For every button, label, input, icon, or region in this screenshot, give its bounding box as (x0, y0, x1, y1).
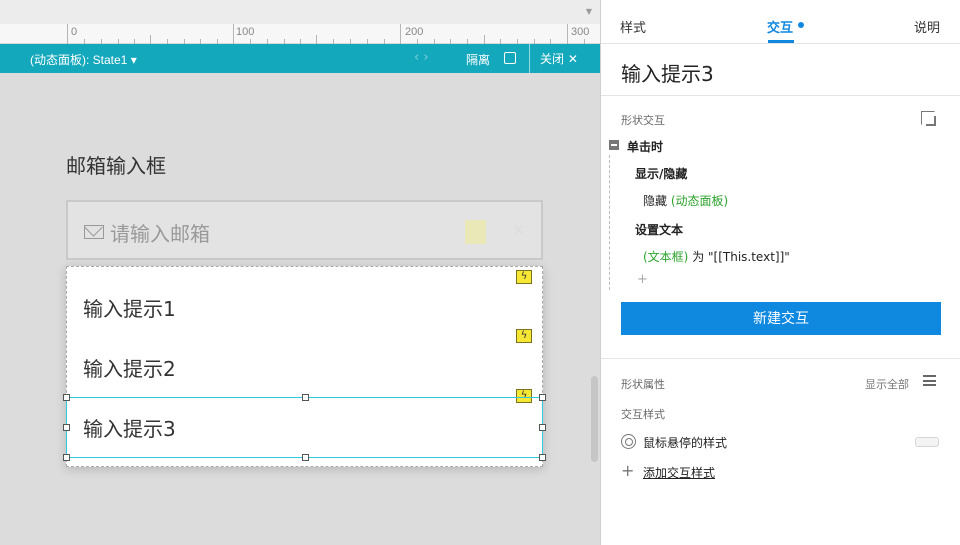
tab-notes[interactable]: 说明 (914, 17, 940, 36)
action-detail-set-text[interactable]: (文本框) 为 "[[This.text]]" (643, 248, 790, 265)
ruler-tick (233, 24, 234, 44)
resize-handle[interactable] (63, 424, 70, 431)
inspector-panel: 样式 交互 说明 输入提示3 形状交互 单击时 显示/隐藏 隐藏 (动态面板) … (600, 0, 960, 545)
resize-handle[interactable] (539, 394, 546, 401)
isolate-button[interactable]: 隔离 (466, 51, 490, 68)
close-panel-button[interactable]: 关闭 ✕ (540, 50, 578, 67)
tab-interactions[interactable]: 交互 (767, 17, 793, 36)
inspector-tabs: 样式 交互 说明 (601, 0, 960, 44)
menu-icon[interactable] (923, 375, 936, 386)
canvas-scrollbar-thumb[interactable] (591, 376, 598, 462)
action-target: (动态面板) (670, 194, 729, 208)
ruler-tick (150, 35, 151, 44)
ruler-label-0: 0 (71, 26, 78, 38)
ruler-label-300: 300 (571, 26, 590, 38)
action-target: (文本框) (643, 250, 689, 264)
ruler-label-100: 100 (236, 26, 255, 38)
state-nav-arrows[interactable]: ‹ › (414, 50, 429, 65)
interaction-bolt-icon[interactable]: ϟ (516, 329, 532, 343)
ruler-tick (484, 35, 485, 44)
input-highlight-box (465, 220, 486, 244)
hover-style-swatch[interactable] (915, 437, 939, 447)
hover-style-item[interactable]: 鼠标悬停的样式 (643, 434, 727, 451)
resize-handle[interactable] (63, 454, 70, 461)
ruler-tick (67, 24, 68, 44)
clear-icon[interactable]: × (512, 220, 525, 239)
unsaved-dot-icon (798, 22, 804, 28)
divider (601, 358, 960, 359)
interaction-styles-heading: 交互样式 (621, 408, 665, 421)
resize-handle[interactable] (539, 454, 546, 461)
ruler-tick (400, 24, 401, 44)
suggestion-item[interactable]: 输入提示1 ϟ (67, 267, 542, 327)
hover-target-icon (621, 434, 636, 449)
scroll-down-arrow-icon[interactable]: ▼ (586, 7, 592, 16)
ruler-label-200: 200 (405, 26, 424, 38)
action-detail-hide[interactable]: 隐藏 (动态面板) (643, 192, 728, 209)
resize-handle[interactable] (302, 454, 309, 461)
isolate-icon[interactable] (504, 52, 516, 64)
design-canvas[interactable]: 0 100 200 300 ▼ (动态面板): State1 ▾ ‹ › 隔离 … (0, 0, 600, 545)
ruler-tick (567, 24, 568, 44)
resize-handle[interactable] (539, 424, 546, 431)
suggestion-item[interactable]: 输入提示2 ϟ (67, 327, 542, 387)
shape-properties-heading: 形状属性 (621, 378, 665, 391)
show-all-link[interactable]: 显示全部 (865, 376, 909, 392)
suggestion-item-label: 输入提示2 (83, 357, 176, 381)
email-placeholder: 请输入邮箱 (110, 222, 210, 246)
interaction-bolt-icon[interactable]: ϟ (516, 270, 532, 284)
tab-style[interactable]: 样式 (620, 17, 646, 36)
selection-outline[interactable] (63, 394, 546, 461)
ruler-tick (316, 35, 317, 44)
email-field-title: 邮箱输入框 (66, 154, 166, 178)
action-title-set-text[interactable]: 设置文本 (635, 221, 683, 238)
resize-handle[interactable] (63, 394, 70, 401)
action-value: 为 "[[This.text]]" (688, 250, 790, 264)
email-input-widget[interactable]: 请输入邮箱 × (66, 200, 543, 260)
collapse-event-icon[interactable] (609, 140, 619, 150)
mail-icon (84, 225, 104, 239)
add-action-plus-icon[interactable]: + (637, 272, 648, 287)
dynamic-panel-edit-bar: (动态面板): State1 ▾ ‹ › 隔离 关闭 ✕ (0, 44, 600, 73)
add-interaction-style-link[interactable]: 添加交互样式 (643, 464, 715, 481)
divider (529, 44, 530, 73)
state-selector[interactable]: (动态面板): State1 ▾ (30, 51, 137, 68)
shape-interactions-heading: 形状交互 (621, 114, 665, 127)
action-title-show-hide[interactable]: 显示/隐藏 (635, 165, 687, 182)
active-tab-indicator (768, 40, 794, 43)
event-onclick[interactable]: 单击时 (627, 138, 663, 155)
new-interaction-button[interactable]: 新建交互 (621, 302, 941, 335)
suggestion-item-label: 输入提示1 (83, 297, 176, 321)
event-tree-line (609, 155, 610, 290)
resize-handle[interactable] (302, 394, 309, 401)
action-verb: 隐藏 (643, 194, 671, 208)
divider (601, 95, 960, 96)
add-style-plus-icon[interactable]: + (621, 461, 634, 480)
horizontal-ruler: 0 100 200 300 ▼ (0, 0, 600, 44)
cursor-select-icon[interactable] (921, 111, 936, 126)
selected-item-name[interactable]: 输入提示3 (621, 58, 714, 87)
